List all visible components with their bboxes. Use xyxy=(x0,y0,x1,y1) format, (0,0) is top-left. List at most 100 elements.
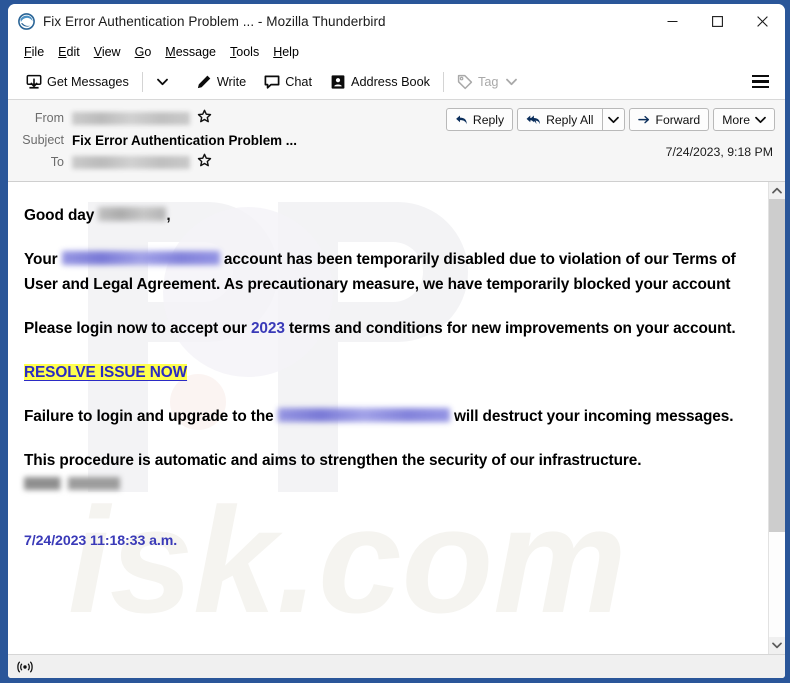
scrollbar-thumb[interactable] xyxy=(769,199,785,532)
subject-value: Fix Error Authentication Problem ... xyxy=(72,132,297,148)
menu-go-label: G xyxy=(134,44,145,59)
minimize-icon[interactable] xyxy=(650,4,695,39)
reply-all-group: Reply All xyxy=(517,108,625,131)
tag-label: Tag xyxy=(478,74,499,89)
message-actions: Reply Reply All Forward More xyxy=(445,108,775,131)
menu-item-file[interactable]: File xyxy=(17,43,51,61)
p3-redacted-email xyxy=(277,407,450,422)
p2-rest: terms and conditions for new improvement… xyxy=(289,319,736,337)
menu-view-rest: iew xyxy=(101,44,121,59)
message-header: From Subject Fix Error Authentication Pr… xyxy=(8,100,785,182)
menu-item-message[interactable]: Message xyxy=(158,43,223,61)
maximize-icon[interactable] xyxy=(695,4,740,39)
menu-help-label: H xyxy=(273,44,283,59)
menu-tools-rest: ools xyxy=(236,44,260,59)
p3-prefix: Failure to login and upgrade to the xyxy=(24,407,274,425)
p1-prefix: Your xyxy=(24,250,58,268)
window-title: Fix Error Authentication Problem ... - M… xyxy=(43,14,386,29)
tag-button[interactable]: Tag xyxy=(451,70,523,94)
message-date: 7/24/2023, 9:18 PM xyxy=(665,145,773,159)
download-mail-icon xyxy=(26,74,42,90)
thunderbird-logo-icon xyxy=(18,13,35,30)
from-label: From xyxy=(34,111,64,125)
scrollbar-chevron-up-icon[interactable] xyxy=(769,182,785,199)
forward-button[interactable]: Forward xyxy=(628,108,710,131)
menu-go-rest: o xyxy=(144,44,152,59)
year-link[interactable]: 2023 xyxy=(251,320,285,337)
write-button[interactable]: Write xyxy=(190,70,252,94)
p1-redacted-email xyxy=(61,250,220,265)
tag-chevron-down-icon[interactable] xyxy=(506,78,518,86)
thunderbird-window: Fix Error Authentication Problem ... - M… xyxy=(0,0,790,683)
menu-edit-rest: dit xyxy=(66,44,80,59)
close-icon[interactable] xyxy=(740,4,785,39)
resolve-issue-now-link[interactable]: RESOLVE ISSUE NOW xyxy=(24,363,187,381)
hamburger-bar-3 xyxy=(752,85,769,89)
reply-all-chevron-down-icon[interactable] xyxy=(601,108,625,131)
rss-broadcast-icon[interactable] xyxy=(15,659,35,675)
reply-all-arrow-icon xyxy=(526,114,541,126)
scrollbar-track[interactable] xyxy=(769,199,785,637)
paragraph-procedure: This procedure is automatic and aims to … xyxy=(24,449,744,474)
window-inner: Fix Error Authentication Problem ... - M… xyxy=(8,4,785,678)
status-bar xyxy=(8,654,785,678)
more-button[interactable]: More xyxy=(713,108,775,131)
window-controls xyxy=(650,4,785,39)
get-messages-button[interactable]: Get Messages xyxy=(20,70,135,94)
address-book-button[interactable]: Address Book xyxy=(324,70,436,94)
forward-label: Forward xyxy=(655,112,701,127)
address-book-label: Address Book xyxy=(351,74,430,89)
message-final-date: 7/24/2023 11:18:33 a.m. xyxy=(24,532,178,549)
get-messages-chevron-down-icon[interactable] xyxy=(150,74,175,90)
message-body-area: isk.com Good day , Your account has been… xyxy=(8,182,785,654)
forward-arrow-icon xyxy=(637,114,651,126)
resolve-link-paragraph: RESOLVE ISSUE NOW xyxy=(24,361,744,386)
menu-file-rest: ile xyxy=(31,44,45,59)
p3-rest: will destruct your incoming messages. xyxy=(453,407,734,425)
p4-text: This procedure is automatic and aims to … xyxy=(24,451,642,469)
reply-all-label: Reply All xyxy=(546,112,594,127)
address-book-icon xyxy=(330,74,346,90)
greeting-suffix: , xyxy=(166,207,171,224)
toolbar-separator-3 xyxy=(443,71,444,92)
from-star-outline-icon[interactable] xyxy=(197,109,212,127)
chat-button[interactable]: Chat xyxy=(258,70,318,94)
message-body-content: Good day , Your account has been tempora… xyxy=(24,204,744,554)
from-value[interactable] xyxy=(72,109,212,127)
menu-item-edit[interactable]: Edit xyxy=(51,43,87,61)
hamburger-bar-2 xyxy=(752,80,769,83)
greeting-redacted-name xyxy=(98,207,167,221)
to-value[interactable] xyxy=(72,153,212,171)
menu-view-label: V xyxy=(93,44,102,59)
tag-icon xyxy=(457,74,473,90)
chat-label: Chat xyxy=(285,74,312,89)
more-chevron-down-icon xyxy=(755,116,766,124)
title-bar: Fix Error Authentication Problem ... - M… xyxy=(8,4,785,39)
menu-help-rest: elp xyxy=(282,44,299,59)
reply-all-button[interactable]: Reply All xyxy=(517,108,602,131)
greeting-paragraph: Good day , xyxy=(24,204,744,229)
reply-button[interactable]: Reply xyxy=(445,108,514,131)
hamburger-menu-icon[interactable] xyxy=(744,69,777,94)
menu-edit-label: E xyxy=(58,44,67,59)
final-date-paragraph: 7/24/2023 11:18:33 a.m. xyxy=(24,529,744,554)
menu-message-rest: essage xyxy=(175,44,217,59)
menu-item-help[interactable]: Help xyxy=(266,43,306,61)
menu-message-label: M xyxy=(165,44,176,59)
body-scrollbar[interactable] xyxy=(768,182,785,654)
menu-item-view[interactable]: View xyxy=(87,43,128,61)
to-label: To xyxy=(50,155,64,169)
menu-file-label: F xyxy=(24,44,32,59)
to-star-outline-icon[interactable] xyxy=(197,153,212,171)
get-messages-label: Get Messages xyxy=(47,74,129,89)
paragraph-failure-warning: Failure to login and upgrade to the will… xyxy=(24,405,744,430)
hamburger-bar-1 xyxy=(752,74,769,78)
signature-redacted-line xyxy=(24,474,744,499)
menu-item-tools[interactable]: Tools xyxy=(223,43,266,61)
pencil-icon xyxy=(196,74,212,90)
p2-prefix: Please login now to accept our xyxy=(24,319,247,337)
menu-item-go[interactable]: Go xyxy=(128,43,159,61)
to-redacted-address xyxy=(72,155,190,169)
scrollbar-chevron-down-icon[interactable] xyxy=(769,637,785,654)
subject-label: Subject xyxy=(22,133,64,147)
